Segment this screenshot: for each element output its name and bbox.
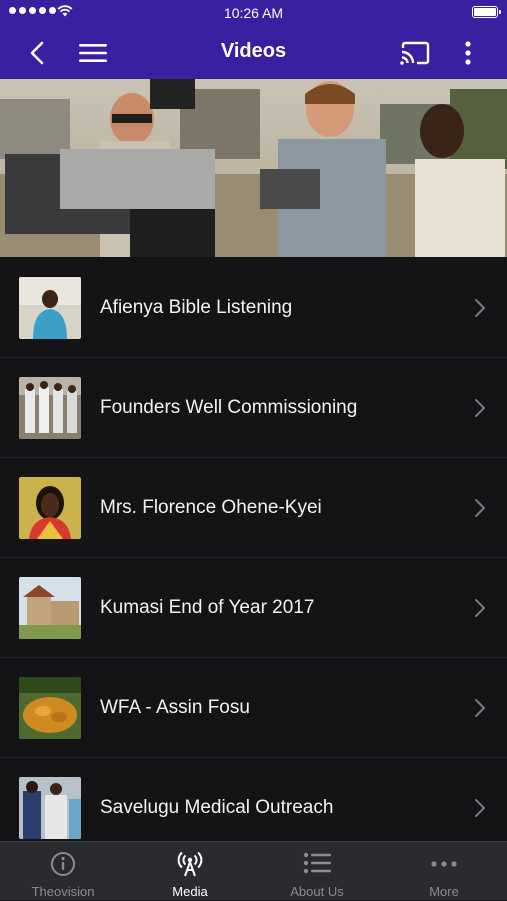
tab-label: About Us (290, 884, 344, 899)
status-bar: 10:26 AM (0, 0, 507, 26)
video-thumbnail (19, 477, 81, 539)
chevron-right-icon (475, 299, 485, 317)
tab-theovision[interactable]: Theovision (0, 842, 126, 901)
chevron-right-icon (475, 599, 485, 617)
list-item-title: Savelugu Medical Outreach (100, 797, 334, 818)
more-vertical-icon (465, 40, 471, 65)
list-item-title: Afienya Bible Listening (100, 297, 293, 318)
more-dots-icon (431, 861, 457, 867)
list-item[interactable]: WFA - Assin Fosu (0, 658, 507, 758)
status-time: 10:26 AM (223, 5, 284, 21)
list-item-title: WFA - Assin Fosu (100, 697, 250, 718)
tab-bar: Theovision Media About Us More (0, 841, 507, 900)
list-item-title: Kumasi End of Year 2017 (100, 597, 315, 618)
list-item-title: Mrs. Florence Ohene-Kyei (100, 497, 322, 518)
tab-label: Theovision (31, 884, 95, 899)
chevron-right-icon (475, 399, 485, 417)
tab-label: More (429, 884, 459, 899)
video-thumbnail (19, 377, 81, 439)
video-thumbnail (19, 677, 81, 739)
video-thumbnail (19, 577, 81, 639)
chevron-right-icon (475, 799, 485, 817)
list-item-title: Founders Well Commissioning (100, 397, 358, 418)
overflow-menu-button[interactable] (455, 26, 481, 79)
tab-about-us[interactable]: About Us (254, 842, 380, 901)
hero-photo (0, 79, 507, 257)
broadcast-icon (177, 851, 203, 877)
nav-bar: Videos (0, 26, 507, 79)
video-thumbnail (19, 777, 81, 839)
chevron-right-icon (475, 699, 485, 717)
list-icon (303, 852, 331, 874)
tab-more[interactable]: More (381, 842, 507, 901)
tab-label: Media (172, 884, 208, 899)
chevron-right-icon (475, 499, 485, 517)
cast-icon (400, 41, 430, 65)
list-item[interactable]: Founders Well Commissioning (0, 358, 507, 458)
cast-button[interactable] (397, 26, 433, 79)
list-item[interactable]: Kumasi End of Year 2017 (0, 558, 507, 658)
list-item[interactable]: Mrs. Florence Ohene-Kyei (0, 458, 507, 558)
list-item[interactable]: Afienya Bible Listening (0, 258, 507, 358)
info-icon (51, 852, 75, 876)
hero-illustration (0, 79, 507, 257)
tab-media[interactable]: Media (127, 842, 253, 901)
video-list: Afienya Bible Listening Founders Well Co… (0, 258, 507, 858)
video-thumbnail (19, 277, 81, 339)
battery-icon (472, 6, 501, 18)
